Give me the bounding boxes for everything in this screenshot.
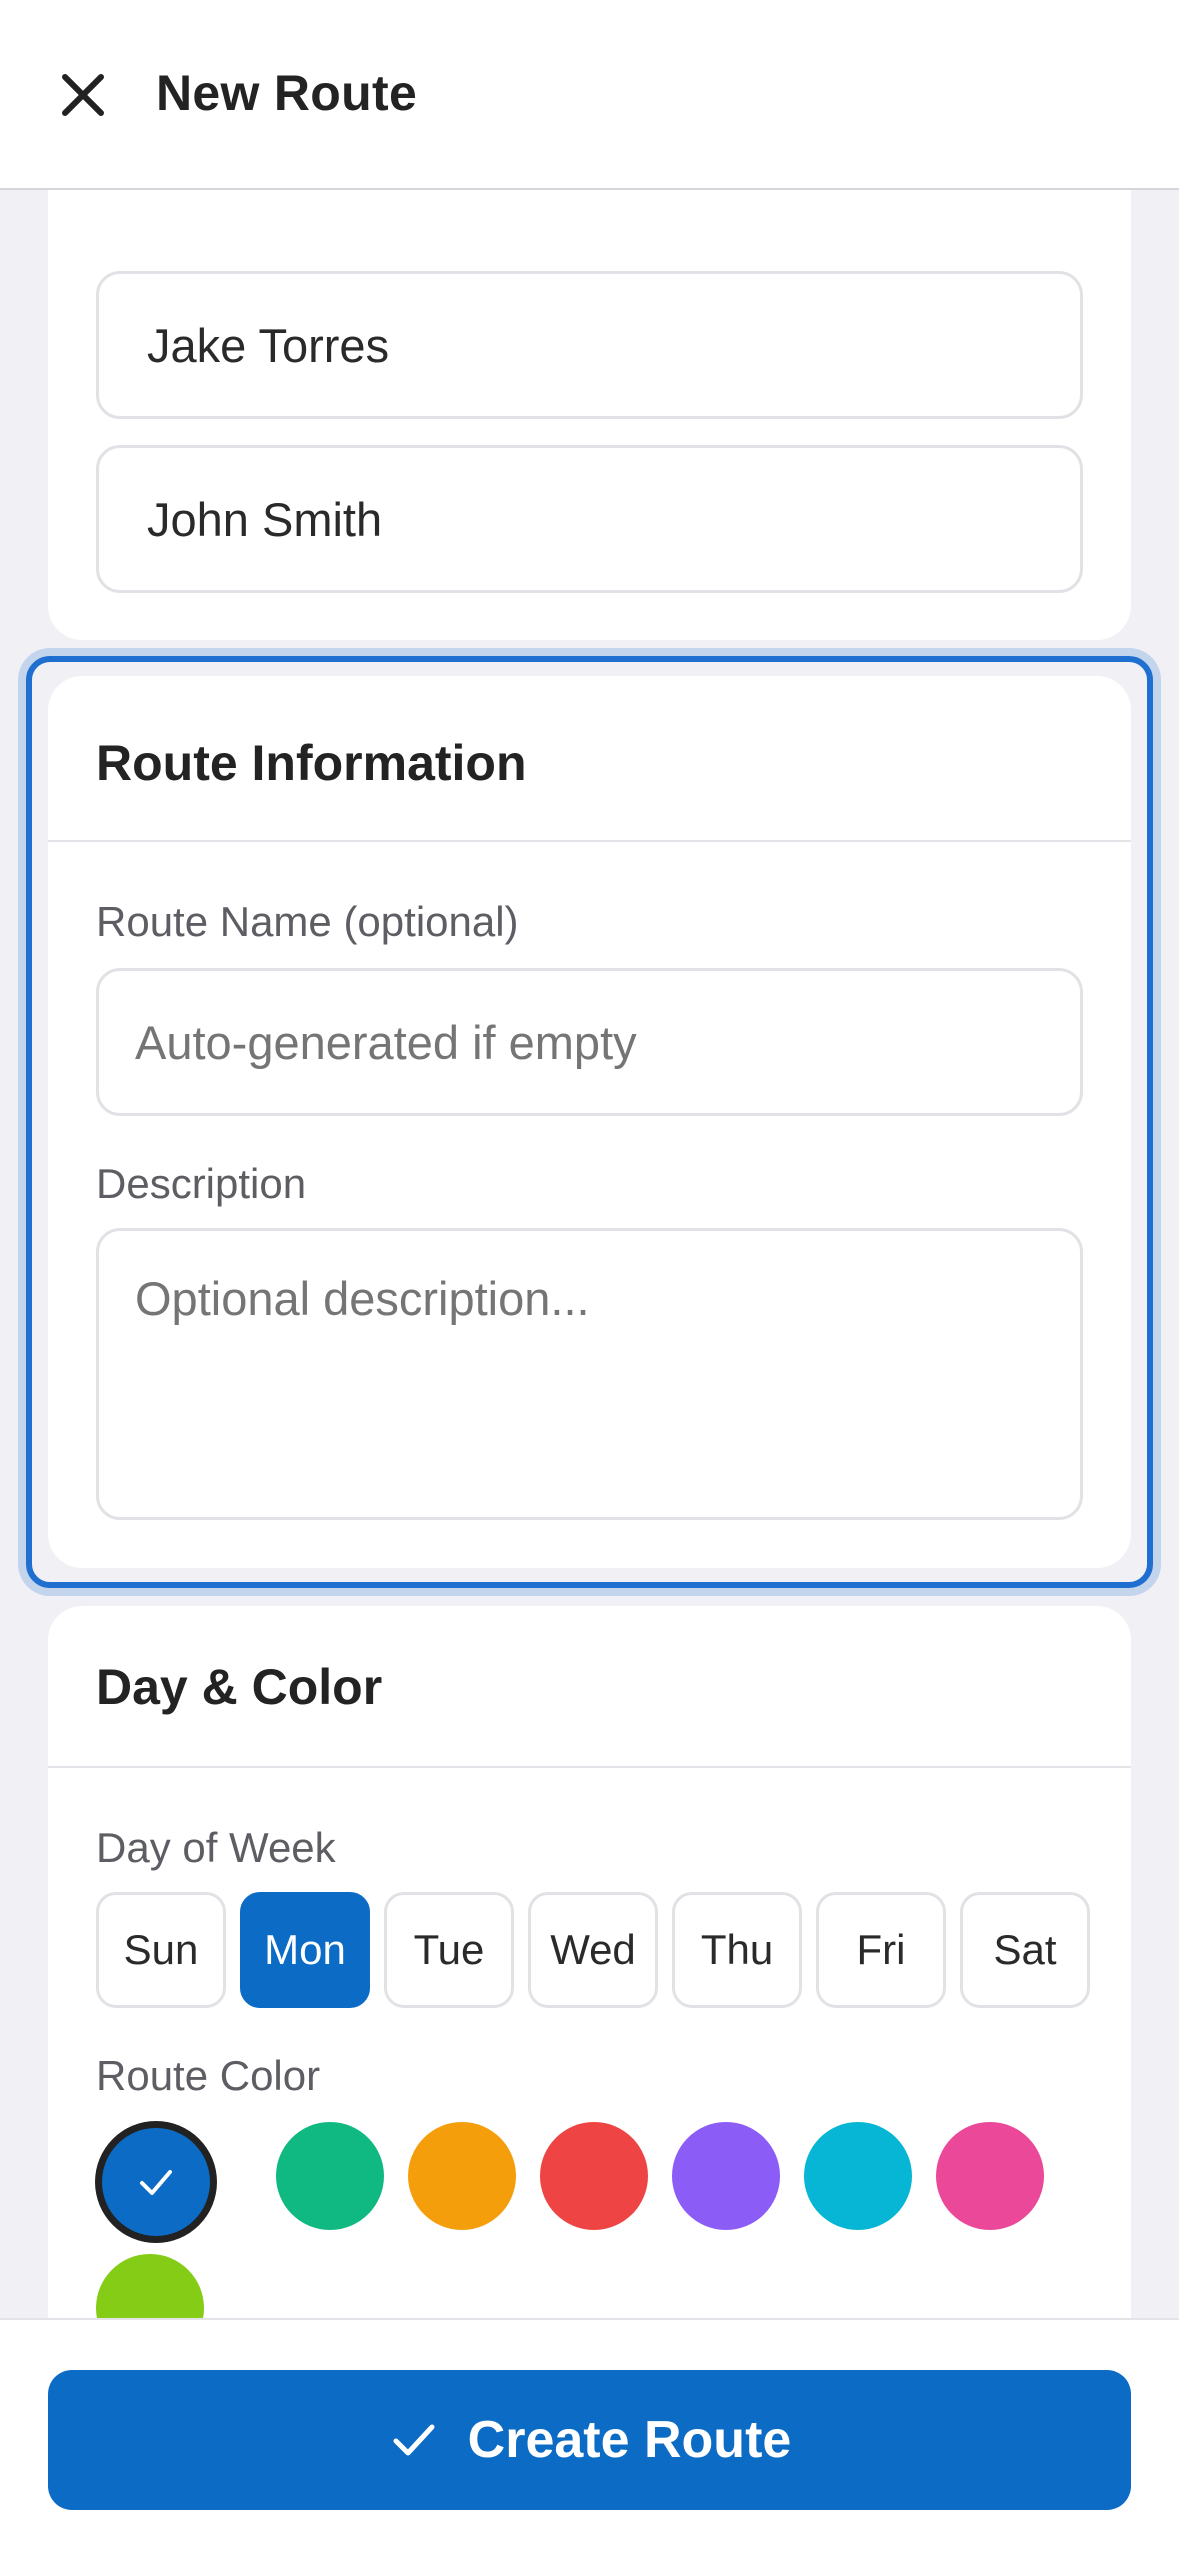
day-button-mon[interactable]: Mon: [240, 1892, 370, 2008]
close-button[interactable]: [50, 62, 116, 128]
color-swatch-red[interactable]: [540, 2122, 648, 2230]
day-button-thu[interactable]: Thu: [672, 1892, 802, 2008]
check-icon: [140, 2170, 172, 2195]
section-divider: [48, 1766, 1131, 1768]
create-route-label: Create Route: [467, 2411, 792, 2469]
page-title: New Route: [156, 65, 418, 121]
new-route-screen: New Route Jake Torres John Smith Route I…: [0, 0, 1179, 2556]
day-button-sat[interactable]: Sat: [960, 1892, 1090, 2008]
create-route-button[interactable]: Create Route: [48, 2370, 1131, 2510]
color-swatch-orange[interactable]: [408, 2122, 516, 2230]
color-swatch-green[interactable]: [276, 2122, 384, 2230]
color-swatch-cyan[interactable]: [804, 2122, 912, 2230]
color-swatch-blue[interactable]: [102, 2128, 210, 2236]
color-swatch-purple[interactable]: [672, 2122, 780, 2230]
day-button-tue[interactable]: Tue: [384, 1892, 514, 2008]
route-color-label: Route Color: [96, 2052, 321, 2099]
route-information-title: Route Information: [96, 735, 527, 791]
day-button-wed[interactable]: Wed: [528, 1892, 658, 2008]
app-header: New Route: [0, 0, 1179, 190]
day-selector: Sun Mon Tue Wed Thu Fri Sat: [96, 1892, 1090, 2008]
day-button-fri[interactable]: Fri: [816, 1892, 946, 2008]
close-icon: [62, 74, 104, 116]
route-name-label: Route Name (optional): [96, 898, 519, 945]
driver-option-john-smith[interactable]: John Smith: [96, 445, 1083, 593]
drivers-card: Jake Torres John Smith: [48, 60, 1131, 640]
driver-option-jake-torres[interactable]: Jake Torres: [96, 271, 1083, 419]
day-of-week-label: Day of Week: [96, 1824, 336, 1871]
route-information-card: Route Information Route Name (optional) …: [48, 676, 1131, 1568]
check-icon: [393, 2424, 435, 2456]
day-button-sun[interactable]: Sun: [96, 1892, 226, 2008]
day-color-title: Day & Color: [96, 1659, 383, 1715]
description-textarea[interactable]: [96, 1228, 1083, 1520]
bottom-action-bar: Create Route: [0, 2318, 1179, 2556]
section-divider: [48, 840, 1131, 842]
color-swatch-pink[interactable]: [936, 2122, 1044, 2230]
description-label: Description: [96, 1160, 307, 1207]
route-name-input[interactable]: [96, 968, 1083, 1116]
